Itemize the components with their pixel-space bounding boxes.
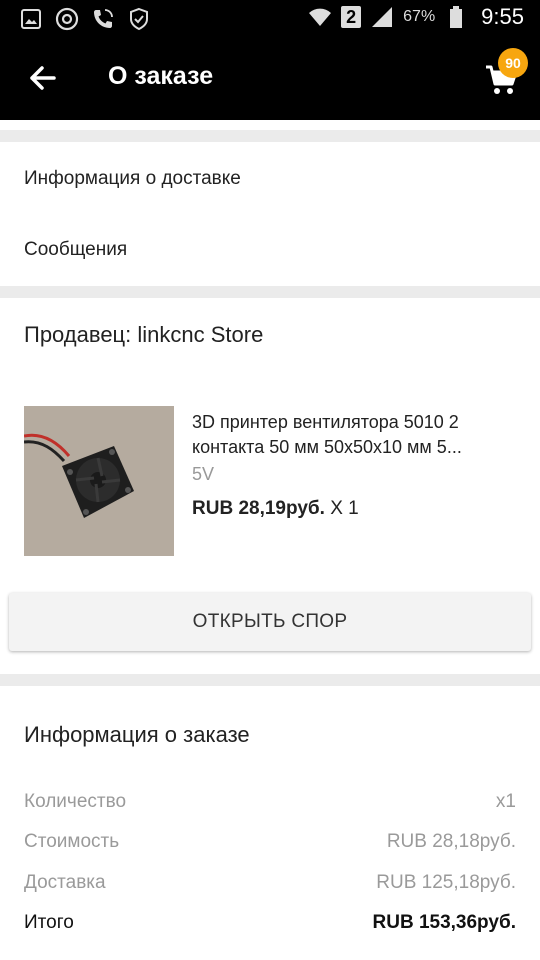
clock: 9:55 [481,4,524,29]
signal-icon [369,4,395,30]
product-variant: 5V [192,464,215,484]
delivery-info-link[interactable]: Информация о доставке [24,168,241,190]
phone-call-icon [90,6,116,32]
product-price: RUB 28,19руб. [192,498,325,519]
quantity-value: x1 [495,791,516,812]
at-sign-icon [54,6,80,32]
cost-row: Стоимость RUB 28,18руб. [24,831,516,853]
app-bar: О заказе 90 [0,38,540,120]
total-value: RUB 153,36руб. [372,912,517,933]
page-title: О заказе [108,62,214,90]
messages-link[interactable]: Сообщения [24,239,127,261]
shipping-value: RUB 125,18руб. [376,872,516,893]
seller-card: Продавец: linkcnc Store 3D принтер венти… [0,298,540,674]
sim-slot-badge: 2 [341,6,362,28]
cost-label: Стоимость [24,831,120,852]
product-name[interactable]: 3D принтер вентилятора 5010 2 контакта 5… [192,410,522,460]
cart-count-badge: 90 [498,48,528,78]
quantity-row: Количество x1 [24,791,516,813]
order-info-card: Информация о заказе Количество x1 Стоимо… [0,686,540,960]
total-row: Итого RUB 153,36руб. [24,912,516,934]
cost-value: RUB 28,18руб. [386,831,516,852]
shipping-label: Доставка [24,872,106,893]
links-card: Информация о доставке Сообщения [0,142,540,286]
shield-check-icon [126,6,152,32]
wifi-icon [307,4,333,30]
product-quantity: X 1 [324,498,359,519]
seller-name[interactable]: Продавец: linkcnc Store [24,322,263,348]
battery-percent: 67% [403,8,436,25]
gallery-icon [18,6,44,32]
quantity-label: Количество [24,791,127,812]
battery-icon [443,4,469,30]
shipping-row: Доставка RUB 125,18руб. [24,872,516,894]
system-icons: 2 67% 9:55 [307,4,524,30]
top-strip [0,120,540,130]
product-image[interactable] [24,406,174,556]
notification-icons [18,6,152,32]
status-bar: 2 67% 9:55 [0,0,540,38]
back-arrow-icon[interactable] [26,61,60,95]
total-label: Итого [24,912,74,933]
order-info-title: Информация о заказе [24,722,250,747]
open-dispute-button[interactable]: ОТКРЫТЬ СПОР [9,593,531,651]
product-price-line: RUB 28,19руб. X 1 [192,498,359,520]
